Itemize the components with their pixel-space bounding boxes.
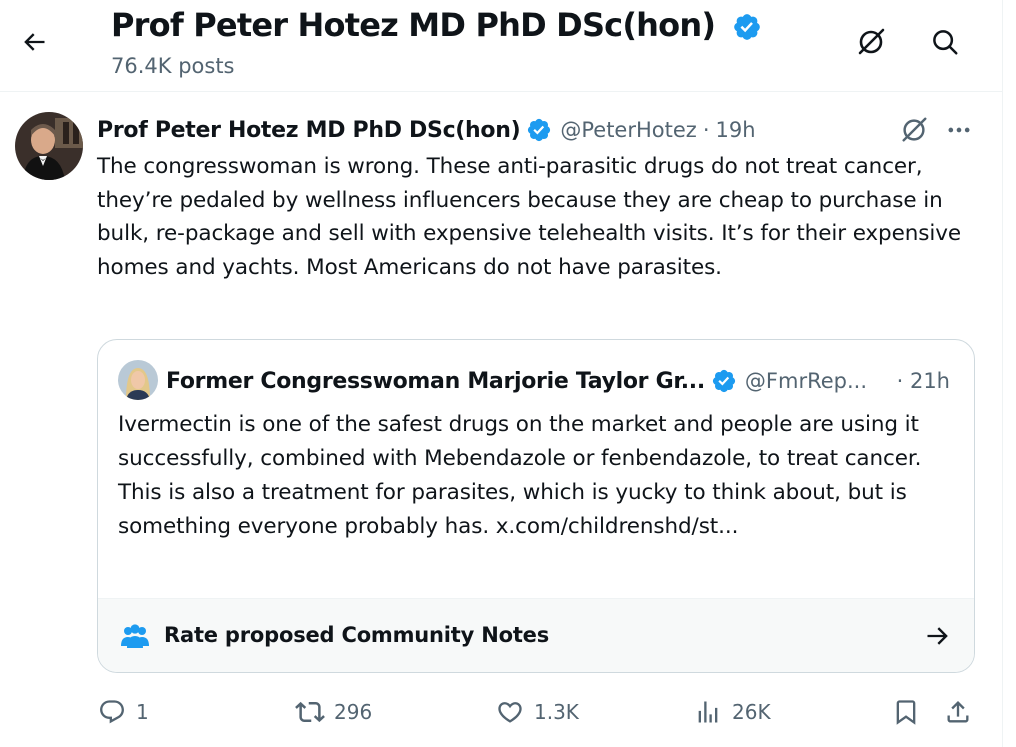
verified-badge-icon [732,12,762,42]
bookmark-icon [890,696,922,728]
column-border [1002,0,1003,747]
quote-text: Ivermectin is one of the safest drugs on… [118,408,963,544]
top-header: Prof Peter Hotez MD PhD DSc(hon) 76.4K p… [0,0,1003,92]
grok-icon [858,28,885,55]
repost-icon [294,696,326,728]
author-name[interactable]: Prof Peter Hotez MD PhD DSc(hon) [97,118,521,143]
tweet-timestamp[interactable]: 19h [716,118,756,142]
quote-timestamp[interactable]: · 21h [897,369,950,393]
reply-button[interactable]: 1 [96,692,149,732]
quote-author-avatar[interactable] [118,360,158,400]
quote-text-paragraph: Ivermectin is one of the safest drugs on… [118,412,922,471]
share-icon [942,696,974,728]
quote-author-handle[interactable]: @FmrRep... [745,369,867,393]
more-button[interactable] [940,112,978,148]
tweet-text: The congresswoman is wrong. These anti-p… [97,154,961,280]
repost-button[interactable]: 296 [294,692,372,732]
back-button[interactable] [14,24,54,60]
quote-header: Former Congresswoman Marjorie Taylor Gr.… [166,364,956,398]
dot-separator: · [702,118,710,142]
author-handle[interactable]: @PeterHotez [560,118,696,142]
grok-explain-button[interactable] [895,112,933,148]
quote-author-name[interactable]: Former Congresswoman Marjorie Taylor Gr.… [166,369,705,394]
grok-button[interactable] [851,22,891,62]
like-button[interactable]: 1.3K [494,692,579,732]
profile-title: Prof Peter Hotez MD PhD DSc(hon) [111,6,762,44]
search-button[interactable] [925,22,965,62]
arrow-left-icon [24,33,45,51]
verified-badge-icon [711,368,737,394]
quoted-tweet[interactable]: Former Congresswoman Marjorie Taylor Gr.… [97,339,975,673]
views-icon [692,696,724,728]
tweet-header: Prof Peter Hotez MD PhD DSc(hon) @PeterH… [97,114,756,146]
grok-icon [902,117,927,142]
more-horizontal-icon [948,127,970,133]
search-icon [933,30,958,55]
verified-badge-icon [526,117,552,143]
share-button[interactable] [942,692,974,732]
arrow-right-icon[interactable] [920,619,956,653]
community-notes-bar[interactable]: Rate proposed Community Notes [98,598,974,672]
bookmark-button[interactable] [890,692,922,732]
reply-count: 1 [136,700,149,724]
author-avatar[interactable] [15,112,83,180]
repost-count: 296 [334,700,373,724]
tweet-actions: 1 296 1.3K 26K [0,692,1003,732]
community-notes-icon [118,619,152,653]
like-count: 1.3K [534,700,579,724]
community-notes-label[interactable]: Rate proposed Community Notes [164,623,549,647]
views-button[interactable]: 26K [692,692,771,732]
profile-title-text: Prof Peter Hotez MD PhD DSc(hon) [111,6,716,44]
views-count: 26K [732,700,771,724]
heart-icon [494,696,526,728]
quote-text-paragraph: This is also a treatment for parasites, … [118,480,907,539]
header-divider [0,91,1003,92]
post-count: 76.4K posts [111,54,235,78]
reply-icon [96,696,128,728]
